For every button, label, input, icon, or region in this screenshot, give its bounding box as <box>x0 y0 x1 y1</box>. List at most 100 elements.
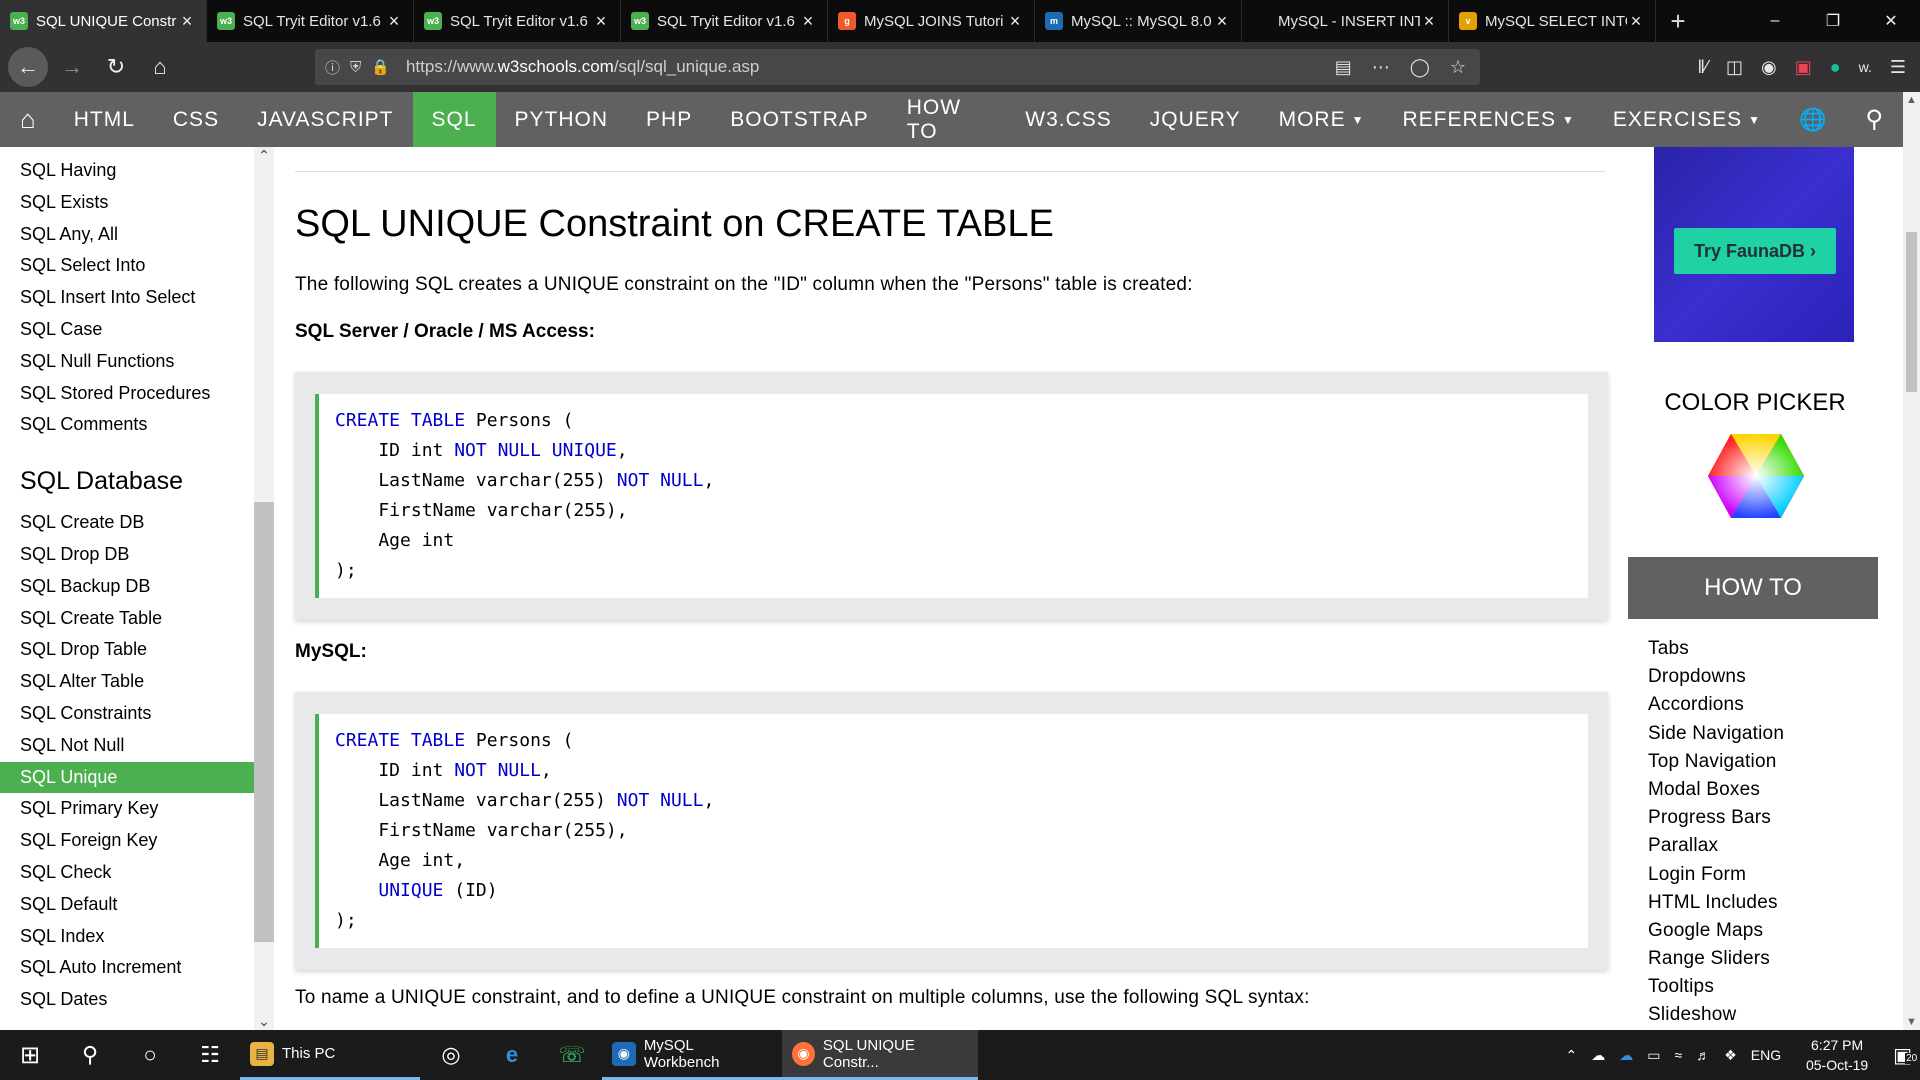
sidebar-link-sql-null-functions[interactable]: SQL Null Functions <box>0 346 254 378</box>
browser-tab[interactable]: w3 SQL Tryit Editor v1.6 × <box>621 0 828 42</box>
close-window-icon[interactable]: ✕ <box>1862 0 1920 42</box>
page-scroll-down-icon[interactable]: ▼ <box>1903 1016 1920 1028</box>
howto-link-modal-boxes[interactable]: Modal Boxes <box>1648 776 1784 804</box>
sidebar-link-sql-primary-key[interactable]: SQL Primary Key <box>0 793 254 825</box>
wifi-icon[interactable]: ≈ <box>1675 1047 1683 1063</box>
sidebar-link-sql-comments[interactable]: SQL Comments <box>0 409 254 441</box>
close-tab-icon[interactable]: × <box>1420 11 1438 32</box>
edge-icon[interactable]: e <box>482 1030 542 1080</box>
close-tab-icon[interactable]: × <box>1213 11 1231 32</box>
close-tab-icon[interactable]: × <box>178 11 196 32</box>
color-picker-title[interactable]: COLOR PICKER <box>1620 389 1890 417</box>
topnav-html[interactable]: HTML <box>55 92 154 147</box>
task-view-icon[interactable]: ☷ <box>180 1030 240 1080</box>
sidebar-link-sql-case[interactable]: SQL Case <box>0 314 254 346</box>
sidebar-link-sql-stored-procedures[interactable]: SQL Stored Procedures <box>0 378 254 410</box>
library-icon[interactable]: ‖⁄ <box>1698 57 1708 78</box>
topnav-jquery[interactable]: JQUERY <box>1131 92 1260 147</box>
dropbox-icon[interactable]: ❖ <box>1724 1047 1737 1064</box>
howto-link-dropdowns[interactable]: Dropdowns <box>1648 663 1784 691</box>
topnav-bootstrap[interactable]: BOOTSTRAP <box>711 92 888 147</box>
browser-tab[interactable]: w3 SQL Tryit Editor v1.6 × <box>414 0 621 42</box>
clock[interactable]: 6:27 PM 05-Oct-19 <box>1795 1035 1879 1075</box>
sidebar-link-sql-insert-into-select[interactable]: SQL Insert Into Select <box>0 282 254 314</box>
reader-view-icon[interactable]: ▤ <box>1335 57 1352 78</box>
shield-icon[interactable]: ⛨ <box>350 59 361 76</box>
sidebar-link-sql-select-into[interactable]: SQL Select Into <box>0 250 254 282</box>
taskbar-app-firefox[interactable]: ◉ SQL UNIQUE Constr... <box>782 1030 978 1080</box>
topnav-css[interactable]: CSS <box>154 92 238 147</box>
browser-tab[interactable]: w3 SQL Tryit Editor v1.6 × <box>207 0 414 42</box>
sidebar-link-sql-index[interactable]: SQL Index <box>0 921 254 953</box>
sidebar-link-sql-backup-db[interactable]: SQL Backup DB <box>0 571 254 603</box>
search-icon[interactable]: ⚲ <box>1846 92 1903 147</box>
howto-link-range-sliders[interactable]: Range Sliders <box>1648 945 1784 973</box>
globe-icon[interactable]: 🌐 <box>1780 92 1846 147</box>
advertisement-banner[interactable]: Try FaunaDB › <box>1654 147 1854 342</box>
pocket-extension-icon[interactable]: ▣ <box>1795 57 1812 78</box>
sidebar-link-sql-any-all[interactable]: SQL Any, All <box>0 219 254 251</box>
grammarly-icon[interactable]: ● <box>1830 57 1841 78</box>
site-home-icon[interactable]: ⌂ <box>0 92 55 147</box>
whatsapp-icon[interactable]: ☏ <box>542 1030 602 1080</box>
sidebar-scroll-thumb[interactable] <box>254 502 274 942</box>
topnav-references[interactable]: REFERENCES ▼ <box>1383 92 1593 147</box>
url-text[interactable]: https://www.w3schools.com/sql/sql_unique… <box>406 57 759 77</box>
more-actions-icon[interactable]: ⋯ <box>1372 57 1390 78</box>
howto-link-accordions[interactable]: Accordions <box>1648 691 1784 719</box>
battery-icon[interactable]: ▭ <box>1647 1047 1660 1064</box>
cortana-icon[interactable]: ○ <box>120 1030 180 1080</box>
close-tab-icon[interactable]: × <box>799 11 817 32</box>
taskbar-app-mysql-workbench[interactable]: ◉ MySQL Workbench <box>602 1030 782 1080</box>
sidebar-link-sql-auto-increment[interactable]: SQL Auto Increment <box>0 952 254 984</box>
chevron-up-icon[interactable]: ⌃ <box>1566 1047 1578 1064</box>
close-tab-icon[interactable]: × <box>1006 11 1024 32</box>
sidebar-link-sql-default[interactable]: SQL Default <box>0 889 254 921</box>
howto-link-parallax[interactable]: Parallax <box>1648 832 1784 860</box>
search-icon[interactable]: ⚲ <box>60 1030 120 1080</box>
scroll-up-icon[interactable]: ⌃ <box>254 147 274 164</box>
sidebar-link-sql-dates[interactable]: SQL Dates <box>0 984 254 1016</box>
back-arrow-icon[interactable]: ← <box>8 47 48 87</box>
sidebar-link-sql-create-table[interactable]: SQL Create Table <box>0 603 254 635</box>
topnav-php[interactable]: PHP <box>627 92 711 147</box>
account-icon[interactable]: ◉ <box>1761 57 1777 78</box>
language-indicator[interactable]: ENG <box>1751 1047 1781 1063</box>
sidebar-link-sql-drop-table[interactable]: SQL Drop Table <box>0 634 254 666</box>
howto-link-tabs[interactable]: Tabs <box>1648 635 1784 663</box>
sidebar-link-sql-create-db[interactable]: SQL Create DB <box>0 507 254 539</box>
sidebar-link-sql-not-null[interactable]: SQL Not Null <box>0 730 254 762</box>
volume-icon[interactable]: ♬ <box>1696 1047 1710 1063</box>
howto-link-html-includes[interactable]: HTML Includes <box>1648 889 1784 917</box>
sidebar-link-sql-constraints[interactable]: SQL Constraints <box>0 698 254 730</box>
bookmark-star-icon[interactable]: ☆ <box>1450 57 1466 78</box>
home-icon[interactable]: ⌂ <box>140 47 180 87</box>
close-tab-icon[interactable]: × <box>385 11 403 32</box>
notification-icon[interactable]: ▣ 20 <box>1893 1043 1919 1068</box>
howto-link-google-maps[interactable]: Google Maps <box>1648 917 1784 945</box>
onedrive-icon[interactable]: ☁ <box>1591 1047 1605 1064</box>
info-icon[interactable]: ⓘ <box>325 57 340 78</box>
sidebar-link-sql-check[interactable]: SQL Check <box>0 857 254 889</box>
close-tab-icon[interactable]: × <box>1627 11 1645 32</box>
howto-link-login-form[interactable]: Login Form <box>1648 861 1784 889</box>
sidebar-link-sql-foreign-key[interactable]: SQL Foreign Key <box>0 825 254 857</box>
page-scroll-thumb[interactable] <box>1906 232 1917 392</box>
sidebar-link-sql-unique[interactable]: SQL Unique <box>0 761 254 794</box>
menu-icon[interactable]: ☰ <box>1890 57 1906 78</box>
topnav-javascript[interactable]: JAVASCRIPT <box>238 92 412 147</box>
forward-arrow-icon[interactable]: → <box>52 47 92 87</box>
topnav-w3-css[interactable]: W3.CSS <box>1006 92 1131 147</box>
howto-link-side-navigation[interactable]: Side Navigation <box>1648 720 1784 748</box>
howto-link-slideshow[interactable]: Slideshow <box>1648 1001 1784 1029</box>
topnav-exercises[interactable]: EXERCISES ▼ <box>1594 92 1780 147</box>
onedrive-business-icon[interactable]: ☁ <box>1619 1047 1633 1064</box>
minimize-icon[interactable]: – <box>1746 0 1804 42</box>
browser-tab[interactable]: v MySQL SELECT INTO × <box>1449 0 1656 42</box>
sidebar-link-sql-exists[interactable]: SQL Exists <box>0 187 254 219</box>
extension-w-icon[interactable]: w. <box>1859 59 1872 75</box>
ad-cta-button[interactable]: Try FaunaDB › <box>1674 228 1836 274</box>
page-scrollbar[interactable]: ▲ ▼ <box>1903 92 1920 1030</box>
sidebar-toggle-icon[interactable]: ◫ <box>1726 57 1743 78</box>
new-tab-icon[interactable]: + <box>1656 0 1700 42</box>
